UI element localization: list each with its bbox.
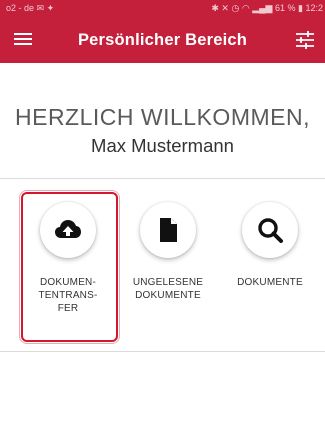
filter-settings-icon[interactable] [295, 31, 315, 49]
bluetooth-icon: ✱ [211, 3, 219, 13]
divider-bottom [0, 351, 325, 352]
clock-time: 12:2 [305, 3, 323, 13]
signal-icon: ▂▄▆ [252, 3, 273, 13]
tile-label: DOKUMEN- TENTRANS- FER [18, 276, 118, 315]
tile-label-line: UNGELESENE [132, 277, 204, 288]
tile-ungelesene-dokumente[interactable]: UNGELESENE DOKUMENTE [118, 190, 218, 340]
welcome-heading: HERZLICH WILLKOMMEN, [15, 104, 310, 130]
search-button[interactable] [242, 202, 298, 258]
battery-percent: 61 % [274, 3, 296, 13]
tile-label: UNGELESENE DOKUMENTE [118, 276, 218, 302]
app-bar: Persönlicher Bereich [0, 17, 325, 63]
document-button[interactable] [140, 202, 196, 258]
status-indicators: ✱ ✕ ◷ ◠ ▂▄▆ 61 % ▮ 12:2 [211, 0, 323, 17]
notification-icons: ✉ ✦ [36, 3, 55, 13]
mute-icon: ✕ [221, 3, 229, 13]
tile-label-line: DOKUMENTE [135, 290, 201, 301]
tile-label-line: DOKUMEN- [39, 277, 97, 288]
status-bar: o2 - de ✉ ✦ ✱ ✕ ◷ ◠ ▂▄▆ 61 % ▮ 12:2 [0, 0, 325, 17]
page-title: Persönlicher Bereich [77, 31, 248, 49]
tile-label-line: DOKUMENTE [237, 277, 303, 288]
divider-top [0, 178, 325, 179]
document-icon [160, 218, 177, 242]
tile-dokumententransfer[interactable]: DOKUMEN- TENTRANS- FER [18, 190, 120, 344]
tile-label: DOKUMENTE [220, 276, 320, 289]
tile-label-line: TENTRANS- [38, 290, 98, 301]
cloud-upload-icon [55, 220, 81, 238]
tile-dokumente[interactable]: DOKUMENTE [220, 190, 320, 340]
tile-label-line: FER [57, 303, 79, 314]
user-name: Max Mustermann [91, 135, 234, 156]
search-icon [258, 218, 283, 243]
carrier-text: o2 - de [6, 3, 35, 13]
alarm-icon: ◷ [231, 3, 240, 13]
status-carrier: o2 - de ✉ ✦ [6, 0, 54, 17]
wifi-icon: ◠ [241, 3, 250, 13]
battery-icon: ▮ [298, 3, 303, 13]
cloud-upload-button[interactable] [40, 202, 96, 258]
